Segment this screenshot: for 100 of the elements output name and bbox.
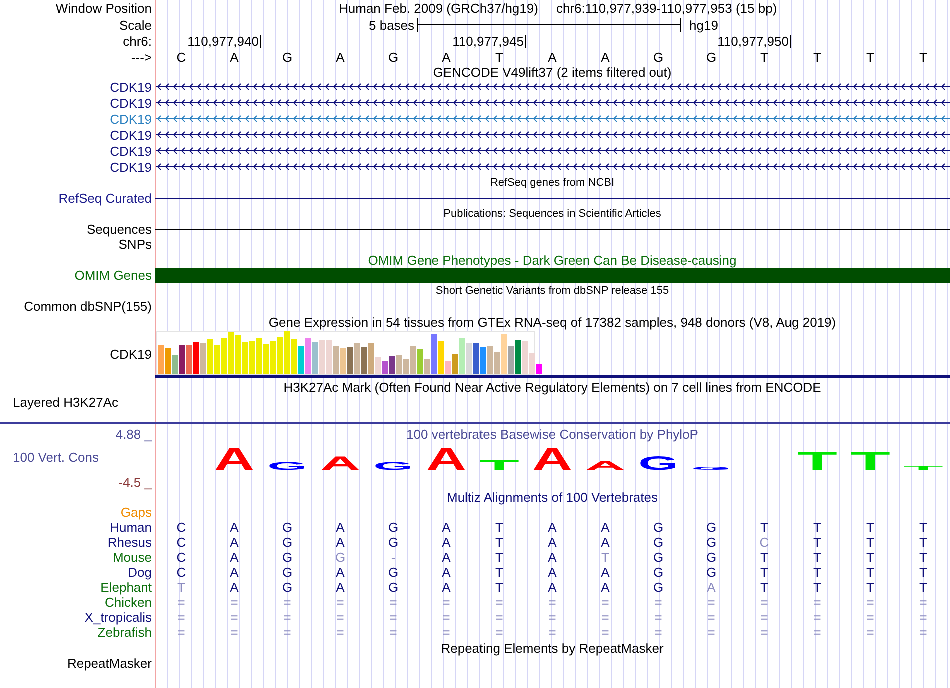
expression-bar[interactable] bbox=[256, 338, 262, 374]
expression-bar[interactable] bbox=[340, 348, 346, 374]
expression-bar[interactable] bbox=[452, 354, 458, 374]
expression-bar[interactable] bbox=[515, 340, 521, 374]
expression-bar[interactable] bbox=[326, 340, 332, 374]
expression-bar[interactable] bbox=[522, 341, 528, 374]
expression-bar[interactable] bbox=[186, 345, 192, 374]
alignment-base: C bbox=[176, 536, 186, 549]
gene-label: CDK19 bbox=[110, 80, 152, 94]
alignment-base: = bbox=[602, 596, 610, 609]
species-label: Chicken bbox=[105, 596, 152, 609]
expression-bar[interactable] bbox=[354, 343, 360, 374]
gene-strand-line[interactable] bbox=[156, 84, 950, 90]
alignment-base: T bbox=[814, 581, 822, 594]
expression-bar[interactable] bbox=[438, 341, 444, 374]
expression-bar[interactable] bbox=[179, 345, 185, 374]
expression-bar[interactable] bbox=[361, 347, 367, 374]
expression-bar[interactable] bbox=[410, 346, 416, 374]
expression-bar[interactable] bbox=[445, 361, 451, 374]
gene-strand-line[interactable] bbox=[156, 164, 950, 170]
expression-bar[interactable] bbox=[368, 343, 374, 374]
expression-bar[interactable] bbox=[249, 341, 255, 374]
expression-bar[interactable] bbox=[536, 364, 542, 374]
expression-bar[interactable] bbox=[403, 359, 409, 374]
alignment-base: = bbox=[230, 626, 238, 639]
track-label: RepeatMasker bbox=[67, 656, 152, 670]
gene-strand-line[interactable] bbox=[156, 100, 950, 106]
alignment-base: = bbox=[336, 596, 344, 609]
expression-bar[interactable] bbox=[165, 348, 171, 374]
alignment-base: T bbox=[866, 551, 874, 564]
alignment-base: = bbox=[814, 596, 822, 609]
alignment-base: C bbox=[176, 566, 186, 579]
expression-bar[interactable] bbox=[389, 356, 395, 374]
gene-label: CDK19 bbox=[110, 160, 152, 174]
expression-bar[interactable] bbox=[284, 331, 290, 374]
omim-bar[interactable] bbox=[155, 268, 950, 283]
expression-bar[interactable] bbox=[214, 345, 220, 374]
expression-bar[interactable] bbox=[207, 339, 213, 374]
gene-strand-line[interactable] bbox=[156, 148, 950, 154]
alignment-base: T bbox=[602, 551, 610, 564]
expression-bar[interactable] bbox=[487, 346, 493, 374]
expression-bar[interactable] bbox=[270, 341, 276, 374]
expression-bar[interactable] bbox=[158, 345, 164, 374]
expression-bar[interactable] bbox=[235, 335, 241, 374]
scale-label: Scale bbox=[119, 18, 152, 32]
expression-bar[interactable] bbox=[347, 347, 353, 374]
alignment-base: T bbox=[920, 581, 928, 594]
expression-bar[interactable] bbox=[298, 346, 304, 374]
expression-bar[interactable] bbox=[473, 343, 479, 374]
expression-bar[interactable] bbox=[494, 352, 500, 374]
expression-bar[interactable] bbox=[459, 338, 465, 374]
alignment-base: = bbox=[390, 626, 398, 639]
alignment-base: A bbox=[336, 581, 345, 594]
expression-bar[interactable] bbox=[200, 343, 206, 374]
alignment-base: = bbox=[760, 596, 768, 609]
base-letter: C bbox=[176, 50, 186, 64]
track-label: OMIM Genes bbox=[74, 269, 152, 282]
expression-bar[interactable] bbox=[305, 338, 311, 374]
alignment-base: = bbox=[178, 611, 186, 624]
expression-bar[interactable] bbox=[480, 347, 486, 374]
gene-strand-line[interactable] bbox=[156, 132, 950, 138]
expression-bar[interactable] bbox=[172, 355, 178, 374]
gene-label: CDK19 bbox=[110, 112, 152, 126]
expression-bar[interactable] bbox=[193, 342, 199, 374]
track-title: GENCODE V49lift37 (2 items filtered out) bbox=[433, 66, 672, 78]
alignment-base: = bbox=[390, 611, 398, 624]
expression-bar[interactable] bbox=[277, 337, 283, 374]
expression-bar[interactable] bbox=[291, 339, 297, 374]
alignment-base: G bbox=[282, 521, 293, 534]
expression-bar[interactable] bbox=[375, 357, 381, 374]
logo-letter: G bbox=[638, 453, 678, 473]
expression-bar[interactable] bbox=[242, 342, 248, 374]
base-letter: T bbox=[866, 50, 874, 64]
expression-bar[interactable] bbox=[417, 349, 423, 374]
expression-bar[interactable] bbox=[382, 361, 388, 374]
expression-bar[interactable] bbox=[529, 353, 535, 374]
window-position-label: Window Position bbox=[56, 2, 152, 15]
track-title: Gene Expression in 54 tissues from GTEx RNA-seq of 17382 samples, 948 donors (V8, Aug 2019) bbox=[268, 316, 836, 329]
alignment-base: = bbox=[814, 611, 822, 624]
expression-bar[interactable] bbox=[221, 338, 227, 374]
expression-bar[interactable] bbox=[312, 342, 318, 374]
feature-line[interactable] bbox=[155, 198, 950, 199]
expression-bar[interactable] bbox=[501, 334, 507, 374]
expression-bar[interactable] bbox=[228, 332, 234, 374]
expression-bar[interactable] bbox=[396, 355, 402, 374]
expression-bar[interactable] bbox=[431, 334, 437, 374]
expression-bar[interactable] bbox=[319, 340, 325, 374]
expression-bar[interactable] bbox=[263, 344, 269, 374]
species-label: Dog bbox=[128, 566, 152, 579]
expression-bar[interactable] bbox=[508, 346, 514, 374]
strand-label: ---> bbox=[131, 50, 152, 64]
expression-bar[interactable] bbox=[466, 343, 472, 374]
logo-letter: G bbox=[268, 460, 308, 472]
feature-line[interactable] bbox=[155, 229, 950, 230]
species-label: Mouse bbox=[112, 551, 152, 564]
expression-bar[interactable] bbox=[424, 359, 430, 374]
expression-bar[interactable] bbox=[333, 346, 339, 374]
alignment-base: C bbox=[176, 551, 186, 564]
database-label: hg19 bbox=[690, 18, 718, 32]
alignment-base: A bbox=[230, 536, 239, 549]
